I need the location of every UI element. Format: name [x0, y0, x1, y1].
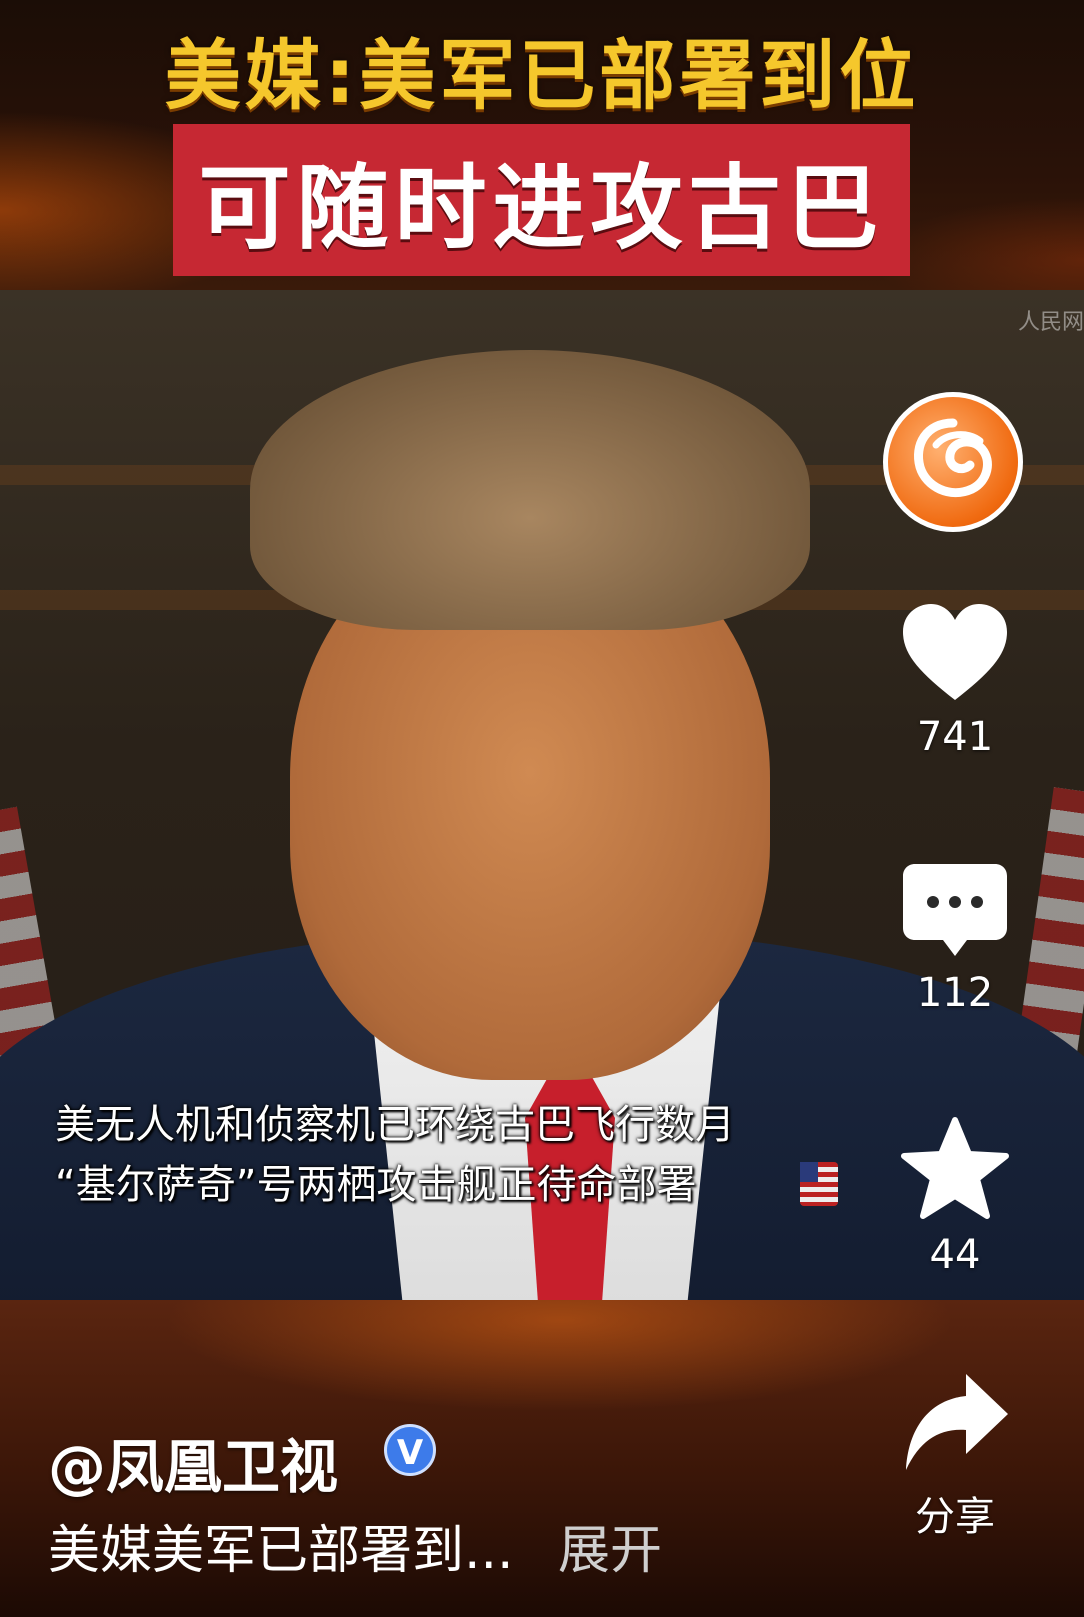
share-label: 分享 [915, 1494, 995, 1540]
phoenix-logo-icon[interactable] [883, 392, 1023, 532]
us-flag-icon [800, 1162, 838, 1206]
subhead-box: 可随时进攻古巴 [173, 124, 910, 276]
subhead: 可随时进攻古巴 [198, 154, 885, 262]
share-button[interactable]: 分享 [880, 1370, 1030, 1542]
favorite-count: 44 [929, 1232, 981, 1278]
comment-button[interactable]: 112 [880, 862, 1030, 1016]
like-count: 741 [916, 714, 994, 760]
expand-link[interactable]: 展开 [558, 1508, 662, 1583]
share-icon [900, 1370, 1010, 1474]
comment-count: 112 [916, 970, 994, 1016]
favorite-button[interactable]: 44 [880, 1116, 1030, 1278]
account-name[interactable]: @凤凰卫视 [48, 1420, 338, 1504]
like-button[interactable]: 741 [880, 600, 1030, 760]
video-watermark: 人民网 [1017, 310, 1084, 335]
caption-line: 美无人机和侦察机已环绕古巴飞行数月 [55, 1102, 735, 1148]
comment-icon [901, 862, 1009, 960]
speaker-hair [250, 350, 810, 630]
video-caption: 美无人机和侦察机已环绕古巴飞行数月 “基尔萨奇”号两栖攻击舰正待命部署 [55, 1095, 735, 1215]
heart-icon [899, 600, 1011, 704]
headline: 美媒:美军已部署到位 [164, 31, 920, 120]
verified-icon: V [384, 1424, 436, 1476]
star-icon [900, 1116, 1010, 1222]
caption-line: “基尔萨奇”号两栖攻击舰正待命部署 [55, 1162, 697, 1208]
top-banner: 美媒:美军已部署到位 可随时进攻古巴 [0, 0, 1084, 290]
post-description: 美媒美军已部署到... [48, 1521, 514, 1581]
